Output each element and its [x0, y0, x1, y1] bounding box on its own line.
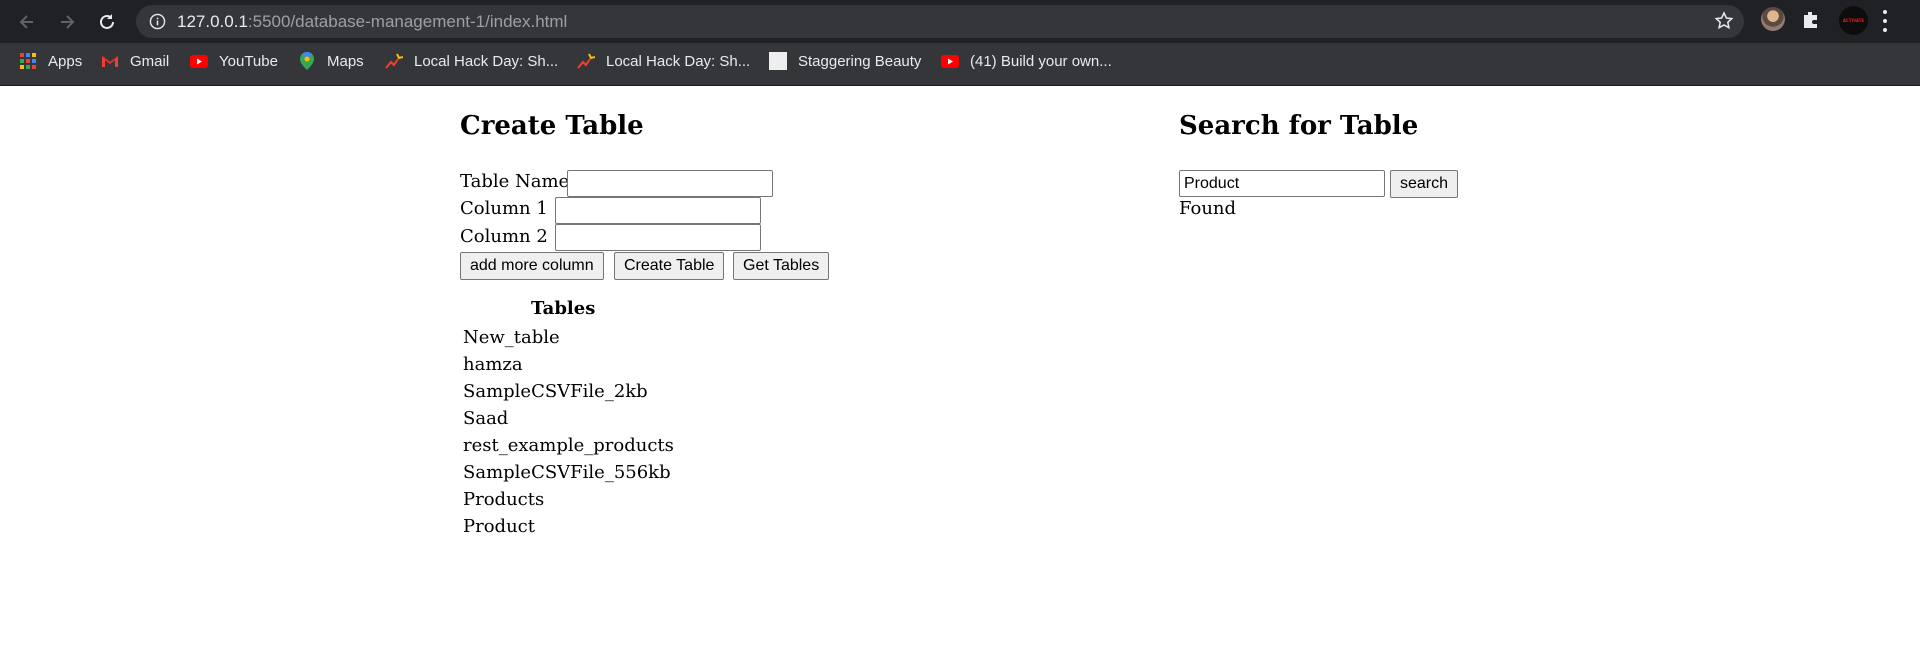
maps-icon [298, 52, 316, 70]
extensions-puzzle-icon[interactable] [1800, 9, 1822, 31]
table-list-item: rest_example_products [463, 435, 674, 456]
account-avatar[interactable]: ACTIVATE [1839, 6, 1868, 35]
reload-icon[interactable] [94, 9, 120, 35]
bookmark-star-icon[interactable] [1714, 11, 1734, 31]
tables-heading: Tables [531, 298, 596, 319]
bookmark-youtube[interactable]: YouTube [190, 43, 278, 79]
table-list-item: Product [463, 516, 535, 537]
url-path: :5500/database-management-1/index.html [247, 12, 568, 31]
bookmark-local-hack-day-2[interactable]: Local Hack Day: Sh... [577, 43, 750, 79]
bookmark-build-your-own[interactable]: (41) Build your own... [941, 43, 1112, 79]
bookmarks-bar: Apps Gmail YouTube Maps Local Hack Day: … [0, 43, 1920, 86]
bookmark-label: Maps [327, 52, 364, 70]
table-list-item: Saad [463, 408, 509, 429]
bookmark-gmail[interactable]: Gmail [101, 43, 169, 79]
column-2-label: Column 2 : [460, 226, 560, 247]
bookmark-label: (41) Build your own... [970, 52, 1112, 70]
table-name-input[interactable] [567, 170, 773, 197]
table-list-item: SampleCSVFile_556kb [463, 462, 671, 483]
search-result-text: Found [1179, 198, 1237, 219]
bookmark-staggering-beauty[interactable]: Staggering Beauty [769, 43, 921, 79]
bookmark-label: Apps [48, 52, 83, 70]
search-input[interactable] [1179, 170, 1385, 197]
table-list-item: Products [463, 489, 545, 510]
bookmark-label: YouTube [219, 52, 278, 70]
table-list-item: SampleCSVFile_2kb [463, 381, 648, 402]
hackday-icon [577, 52, 595, 70]
profile-picture-icon[interactable] [1761, 7, 1785, 31]
table-name-label: Table Name: [460, 171, 576, 192]
forward-icon[interactable] [54, 9, 80, 35]
url-host: 127.0.0.1 [177, 12, 248, 31]
search-table-title: Search for Table [1179, 111, 1419, 141]
bookmark-label: Staggering Beauty [798, 52, 922, 70]
add-more-column-button[interactable]: add more column [460, 252, 604, 280]
bookmark-label: Local Hack Day: Sh... [606, 52, 751, 70]
blank-page-icon [769, 52, 787, 70]
hackday-icon [385, 52, 403, 70]
bookmark-label: Gmail [130, 52, 170, 70]
address-bar[interactable]: 127.0.0.1:5500/database-management-1/ind… [136, 5, 1744, 38]
table-list-item: hamza [463, 354, 523, 375]
tables-list: New_table hamza SampleCSVFile_2kb Saad r… [463, 324, 674, 540]
youtube-icon [190, 52, 208, 70]
bookmark-maps[interactable]: Maps [298, 43, 364, 79]
create-table-title: Create Table [460, 111, 644, 141]
column-1-label: Column 1 : [460, 198, 560, 219]
column-2-input[interactable] [555, 224, 761, 251]
browser-menu-icon[interactable] [1882, 10, 1888, 32]
get-tables-button[interactable]: Get Tables [733, 252, 830, 280]
avatar-text: ACTIVATE [1842, 18, 1865, 23]
back-icon[interactable] [14, 9, 40, 35]
browser-toolbar: 127.0.0.1:5500/database-management-1/ind… [0, 0, 1920, 43]
create-table-button[interactable]: Create Table [614, 252, 725, 280]
youtube-icon [941, 52, 959, 70]
search-button[interactable]: search [1390, 170, 1459, 198]
bookmark-label: Local Hack Day: Sh... [414, 52, 559, 70]
apps-grid-icon [19, 52, 37, 70]
gmail-icon [101, 52, 119, 70]
bookmark-apps[interactable]: Apps [19, 43, 82, 79]
url-text: 127.0.0.1:5500/database-management-1/ind… [177, 5, 567, 38]
site-info-icon[interactable] [149, 13, 166, 30]
bookmark-local-hack-day-1[interactable]: Local Hack Day: Sh... [385, 43, 558, 79]
table-list-item: New_table [463, 327, 560, 348]
column-1-input[interactable] [555, 197, 761, 224]
